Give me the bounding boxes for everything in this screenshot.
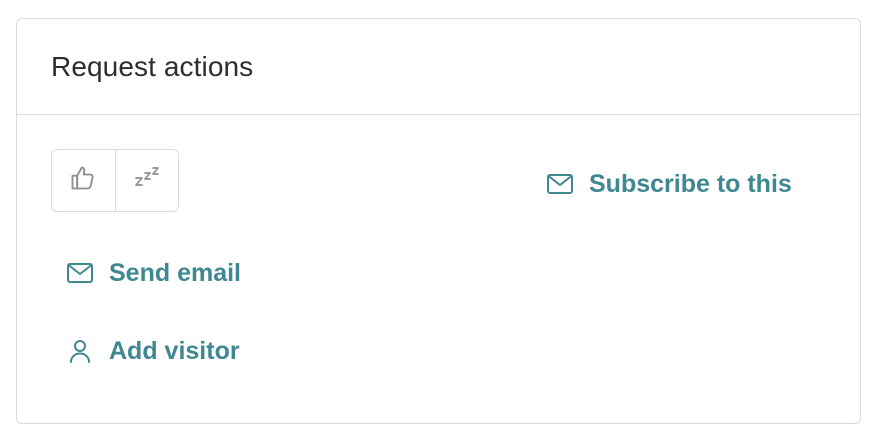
send-email-label: Send email	[109, 258, 241, 287]
request-actions-panel: Request actions Subscribe to this Send e…	[16, 18, 861, 424]
vote-button-group	[51, 149, 179, 212]
snooze-button[interactable]	[114, 150, 179, 211]
subscribe-label: Subscribe to this	[589, 169, 792, 198]
panel-title: Request actions	[51, 50, 254, 82]
send-email-link[interactable]: Send email	[65, 258, 241, 288]
person-icon	[65, 336, 95, 366]
thumbs-up-icon	[69, 164, 97, 197]
mail-icon	[545, 169, 575, 199]
add-visitor-link[interactable]: Add visitor	[65, 336, 240, 366]
add-visitor-label: Add visitor	[109, 336, 240, 365]
mail-icon	[65, 258, 95, 288]
snooze-zzz-icon	[132, 164, 162, 197]
subscribe-link[interactable]: Subscribe to this	[545, 169, 792, 199]
panel-header: Request actions	[17, 19, 860, 115]
like-button[interactable]	[52, 150, 115, 211]
